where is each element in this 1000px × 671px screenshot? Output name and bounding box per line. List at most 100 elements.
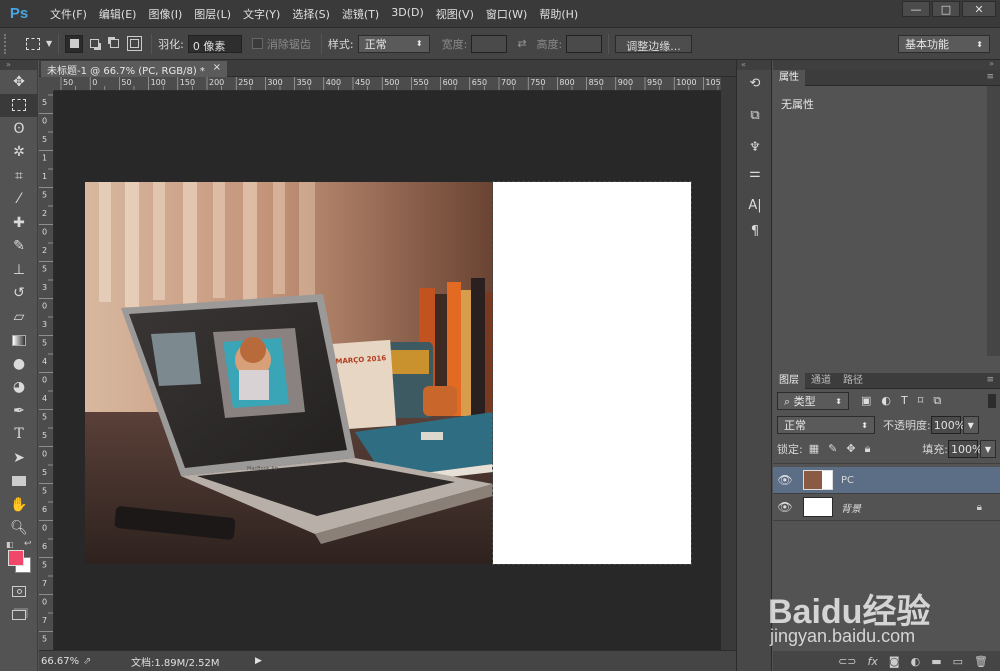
layer-style-icon[interactable]: fx <box>868 655 878 668</box>
properties-scrollbar[interactable] <box>987 86 1000 356</box>
new-layer-icon[interactable]: ▭ <box>953 655 963 668</box>
canvas-vertical-scrollbar[interactable] <box>721 77 736 650</box>
dock-collapse-icon[interactable]: « <box>737 60 771 70</box>
add-selection-button[interactable] <box>85 35 103 53</box>
brush-presets-icon[interactable]: ♆ <box>737 134 773 160</box>
lock-all-icon[interactable]: 🔒︎ <box>865 442 871 456</box>
minimize-button[interactable]: — <box>902 1 930 17</box>
toolbar-collapse-icon[interactable]: » <box>0 60 37 70</box>
blur-tool-icon[interactable]: ● <box>0 352 38 376</box>
menu-item[interactable]: 图像(I) <box>142 6 188 22</box>
shape-filter-icon[interactable]: ⌑ <box>918 394 924 408</box>
eyedropper-tool-icon[interactable]: ⁄ <box>0 188 38 212</box>
path-selection-tool-icon[interactable]: ➤ <box>0 446 38 470</box>
screen-mode-icon[interactable] <box>0 604 38 628</box>
lock-image-icon[interactable]: ✎ <box>828 442 837 456</box>
layer-name[interactable]: PC <box>841 475 854 486</box>
paragraph-panel-icon[interactable]: ¶ <box>737 218 773 244</box>
tab-layers[interactable]: 图层 <box>773 372 805 389</box>
adjustments-icon[interactable]: ⚌ <box>737 160 773 186</box>
hand-tool-icon[interactable]: ✋ <box>0 493 38 517</box>
zoom-tool-icon[interactable]: 🔍︎ <box>0 517 38 541</box>
panel-menu-icon[interactable]: ≡ <box>986 72 994 82</box>
pixel-filter-icon[interactable]: ▣ <box>861 394 871 408</box>
foreground-color-swatch[interactable] <box>8 550 24 566</box>
menu-item[interactable]: 文字(Y) <box>237 6 286 22</box>
opacity-input[interactable]: 100% <box>930 416 965 434</box>
menu-item[interactable]: 窗口(W) <box>480 6 533 22</box>
layer-row-background[interactable]: 👁︎ 背景 🔒︎ <box>773 494 1000 521</box>
type-tool-icon[interactable]: T <box>0 423 38 447</box>
dodge-tool-icon[interactable]: ◕ <box>0 376 38 400</box>
refine-edge-button[interactable]: 调整边缘... <box>615 34 692 53</box>
rectangle-shape-tool-icon[interactable] <box>0 470 38 494</box>
delete-layer-icon[interactable]: 🗑︎ <box>974 655 988 668</box>
gradient-tool-icon[interactable] <box>0 329 38 353</box>
tab-paths[interactable]: 路径 <box>837 373 869 389</box>
panel-collapse-bar[interactable]: » <box>773 59 1000 70</box>
opacity-slider-button[interactable]: ▼ <box>962 416 979 434</box>
tab-properties[interactable]: 属性 <box>773 69 805 86</box>
character-panel-icon[interactable]: A| <box>737 192 773 218</box>
intersect-selection-button[interactable] <box>125 35 143 53</box>
add-mask-icon[interactable]: ◙ <box>889 655 900 668</box>
blend-mode-select[interactable]: 正常 ⬍ <box>777 416 875 434</box>
clone-stamp-tool-icon[interactable]: ⊥ <box>0 258 38 282</box>
link-layers-icon[interactable]: ⊂⊃ <box>838 655 856 668</box>
menu-item[interactable]: 图层(L) <box>188 6 237 22</box>
document-canvas[interactable]: MARÇO 2016 MacBook Air <box>85 181 692 565</box>
menu-item[interactable]: 滤镜(T) <box>336 6 385 22</box>
magic-wand-tool-icon[interactable]: ✲ <box>0 141 38 165</box>
document-tab[interactable]: 未标题-1 @ 66.7% (PC, RGB/8) * × <box>41 61 227 77</box>
antialias-checkbox[interactable] <box>251 38 263 49</box>
selection-marquee[interactable] <box>492 181 692 565</box>
layer-row-pc[interactable]: 👁︎ PC <box>773 467 1000 494</box>
subtract-selection-button[interactable] <box>105 35 123 53</box>
zoom-level[interactable]: 66.67% <box>41 656 83 667</box>
pen-tool-icon[interactable]: ✒ <box>0 399 38 423</box>
swap-dimensions-icon[interactable]: ⇄ <box>517 37 526 50</box>
horizontal-ruler[interactable]: 50 0 50 100 150 200 250 300 350 400 450 500 550 600 65… <box>54 77 721 91</box>
history-brush-tool-icon[interactable]: ↺ <box>0 282 38 306</box>
ruler-origin[interactable] <box>39 77 54 91</box>
canvas-area[interactable]: MARÇO 2016 MacBook Air <box>54 91 721 650</box>
width-input[interactable] <box>471 34 508 53</box>
visibility-eye-icon[interactable]: 👁︎ <box>773 500 797 514</box>
properties-panel-icon[interactable]: ⧉ <box>737 102 773 128</box>
adjustment-layer-icon[interactable]: ◐ <box>911 655 921 668</box>
lasso-tool-icon[interactable]: ʘ <box>0 117 38 141</box>
menu-item[interactable]: 帮助(H) <box>533 6 584 22</box>
style-select[interactable]: 正常 ⬍ <box>357 34 430 53</box>
layer-name[interactable]: 背景 <box>841 500 861 515</box>
new-selection-button[interactable] <box>65 34 84 53</box>
panel-collapse-icon[interactable]: » <box>989 59 994 68</box>
height-input[interactable] <box>566 34 603 53</box>
move-tool-icon[interactable]: ✥ <box>0 70 38 94</box>
quick-mask-icon[interactable] <box>0 580 38 604</box>
visibility-eye-icon[interactable]: 👁︎ <box>773 473 797 487</box>
menu-item[interactable]: 视图(V) <box>430 6 480 22</box>
history-panel-icon[interactable]: ⟲ <box>737 70 773 96</box>
vertical-ruler[interactable]: 5 0 5 1 1 5 2 0 2 5 3 0 3 5 4 0 4 5 5 0 5 5 6 0 6 5 7 0 7 5 <box>39 91 54 650</box>
close-tab-icon[interactable]: × <box>213 62 221 76</box>
adjustment-filter-icon[interactable]: ◐ <box>881 394 891 408</box>
feather-input[interactable]: 0 像素 <box>187 34 242 53</box>
smart-object-filter-icon[interactable]: ⧉ <box>933 394 941 408</box>
tab-channels[interactable]: 通道 <box>805 373 837 389</box>
swap-colors-icon[interactable]: ↩ <box>24 539 32 549</box>
workspace-select[interactable]: 基本功能 ⬍ <box>898 35 990 53</box>
filter-toggle[interactable] <box>988 394 996 408</box>
healing-brush-tool-icon[interactable]: ✚ <box>0 211 38 235</box>
lock-position-icon[interactable]: ✥ <box>846 442 855 456</box>
rect-marquee-tool-icon[interactable] <box>0 93 38 117</box>
maximize-button[interactable]: □ <box>932 1 960 17</box>
panel-menu-icon[interactable]: ≡ <box>986 375 994 385</box>
fill-input[interactable]: 100% <box>948 440 982 458</box>
close-button[interactable]: ✕ <box>962 1 996 17</box>
crop-tool-icon[interactable]: ⌗ <box>0 164 38 188</box>
menu-item[interactable]: 文件(F) <box>44 6 93 22</box>
tool-preset-picker[interactable]: ▼ <box>26 37 52 50</box>
brush-tool-icon[interactable]: ✎ <box>0 235 38 259</box>
fill-slider-button[interactable]: ▼ <box>980 440 996 458</box>
type-filter-icon[interactable]: T <box>901 394 908 408</box>
